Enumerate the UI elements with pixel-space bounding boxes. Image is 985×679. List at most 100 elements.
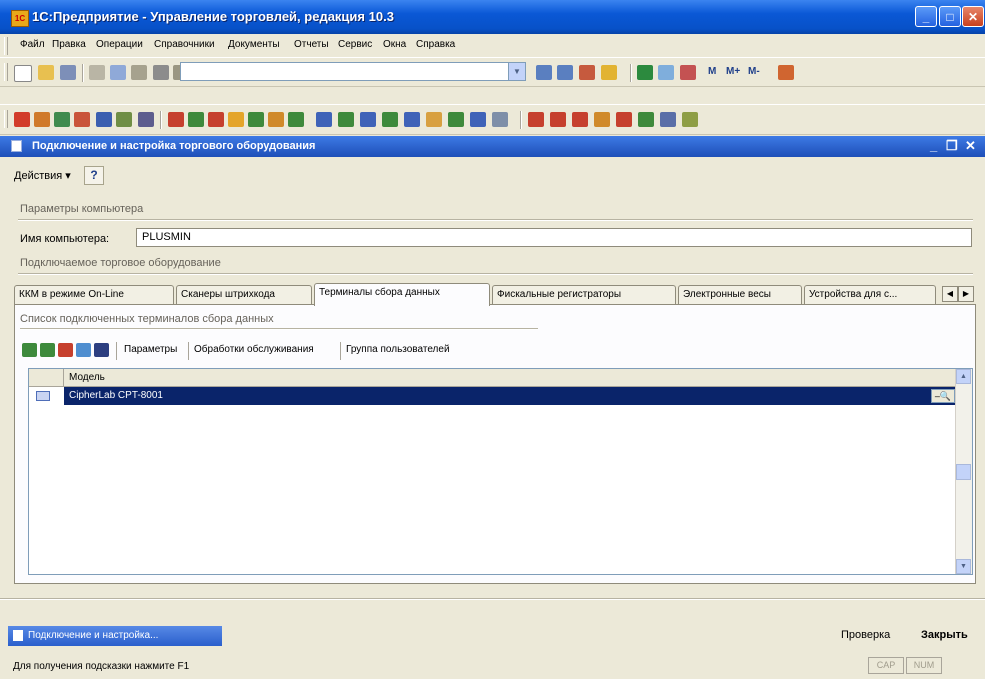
select-choice-button[interactable]: –🔍	[931, 389, 955, 403]
column-header-model[interactable]: Модель	[69, 372, 105, 383]
title-bar[interactable]: 1C 1С:Предприятие - Управление торговлей…	[0, 0, 985, 34]
tab-kkm-online[interactable]: ККМ в режиме On-Line	[14, 285, 174, 305]
copy-icon[interactable]	[110, 65, 126, 80]
model-cell[interactable]: CipherLab CPT-8001 –🔍	[64, 387, 957, 405]
trade-icon-9[interactable]	[188, 112, 204, 127]
trade-icon-16[interactable]	[338, 112, 354, 127]
menu-service[interactable]: Сервис	[338, 39, 372, 50]
computer-name-field[interactable]: PLUSMIN	[136, 228, 972, 247]
trade-icon-14[interactable]	[288, 112, 304, 127]
child-close-button[interactable]: ✕	[965, 138, 976, 154]
menu-catalogs[interactable]: Справочники	[154, 39, 215, 50]
trade-icon-13[interactable]	[268, 112, 284, 127]
delete-row-icon[interactable]	[58, 343, 73, 357]
close-button[interactable]: ✕	[962, 6, 984, 27]
menu-edit[interactable]: Правка	[52, 39, 86, 50]
menu-reports[interactable]: Отчеты	[294, 39, 329, 50]
close-form-button[interactable]: Закрыть	[921, 629, 968, 641]
menu-operations[interactable]: Операции	[96, 39, 143, 50]
trade-icon-29[interactable]	[638, 112, 654, 127]
menu-help[interactable]: Справка	[416, 39, 455, 50]
pin-icon[interactable]	[680, 65, 696, 80]
trade-icon-2[interactable]	[34, 112, 50, 127]
trade-icon-10[interactable]	[208, 112, 224, 127]
menu-documents[interactable]: Документы	[228, 39, 280, 50]
trade-icon-8[interactable]	[168, 112, 184, 127]
check-button[interactable]: Проверка	[841, 629, 890, 641]
trade-icon-30[interactable]	[660, 112, 676, 127]
scroll-thumb[interactable]	[956, 464, 971, 480]
assistant-icon[interactable]	[601, 65, 617, 80]
save-row-icon[interactable]	[94, 343, 109, 357]
tab-data-terminals[interactable]: Терминалы сбора данных	[314, 283, 490, 306]
tab-electronic-scales[interactable]: Электронные весы	[678, 285, 802, 305]
add-row-icon[interactable]	[22, 343, 37, 357]
memory-m-button[interactable]: M	[708, 66, 716, 77]
help-button[interactable]: ?	[84, 166, 104, 185]
trade-icon-4[interactable]	[74, 112, 90, 127]
document-journal-icon[interactable]	[579, 65, 595, 80]
trade-icon-18[interactable]	[382, 112, 398, 127]
chevron-down-icon[interactable]: ▼	[508, 63, 525, 80]
menu-file[interactable]: Файл	[20, 39, 45, 50]
user-group-button[interactable]: Группа пользователей	[346, 344, 450, 355]
find-prev-icon[interactable]	[557, 65, 573, 80]
tab-fiscal-registers[interactable]: Фискальные регистраторы	[492, 285, 676, 305]
model-value: CipherLab CPT-8001	[69, 390, 163, 401]
menu-windows[interactable]: Окна	[383, 39, 406, 50]
trade-icon-27[interactable]	[594, 112, 610, 127]
taskbar-item[interactable]: Подключение и настройка...	[8, 626, 222, 646]
tab-barcode-scanners[interactable]: Сканеры штрихкода	[176, 285, 312, 305]
trade-icon-6[interactable]	[116, 112, 132, 127]
copy-row-icon[interactable]	[40, 343, 55, 357]
trade-icon-11[interactable]	[228, 112, 244, 127]
trade-icon-23[interactable]	[492, 112, 508, 127]
child-window-title-bar[interactable]: Подключение и настройка торгового оборуд…	[0, 136, 985, 157]
actions-menu-button[interactable]: Действия ▾	[14, 169, 71, 182]
trade-icon-12[interactable]	[248, 112, 264, 127]
trade-icon-17[interactable]	[360, 112, 376, 127]
trade-icon-24[interactable]	[528, 112, 544, 127]
tab-scroll-right-icon[interactable]: ▶	[958, 286, 974, 302]
open-folder-icon[interactable]	[38, 65, 54, 80]
maintenance-button[interactable]: Обработки обслуживания	[194, 344, 314, 355]
trade-icon-28[interactable]	[616, 112, 632, 127]
maximize-button[interactable]: □	[939, 6, 961, 27]
search-combo[interactable]: ▼	[180, 62, 526, 81]
scroll-down-icon[interactable]: ▼	[956, 559, 971, 574]
scroll-up-icon[interactable]: ▲	[956, 369, 971, 384]
trade-icon-3[interactable]	[54, 112, 70, 127]
trade-icon-7[interactable]	[138, 112, 154, 127]
trade-icon-5[interactable]	[96, 112, 112, 127]
calendar-icon[interactable]	[658, 65, 674, 80]
trade-icon-25[interactable]	[550, 112, 566, 127]
parameters-button[interactable]: Параметры	[124, 344, 177, 355]
trade-icon-22[interactable]	[470, 112, 486, 127]
new-document-icon[interactable]	[14, 65, 32, 82]
tab-devices-more[interactable]: Устройства для с...	[804, 285, 936, 305]
tab-scroll-left-icon[interactable]: ◀	[942, 286, 958, 302]
1c-app-icon[interactable]: 1C	[11, 10, 29, 27]
table-row[interactable]: CipherLab CPT-8001 –🔍	[29, 387, 957, 405]
trade-icon-15[interactable]	[316, 112, 332, 127]
find-next-icon[interactable]	[536, 65, 552, 80]
trade-icon-21[interactable]	[448, 112, 464, 127]
memory-minus-button[interactable]: M-	[748, 66, 760, 77]
table-scrollbar[interactable]: ▲ ▼	[955, 369, 972, 574]
tools-icon[interactable]	[778, 65, 794, 80]
cut-icon[interactable]	[89, 65, 105, 80]
trade-icon-20[interactable]	[426, 112, 442, 127]
memory-plus-button[interactable]: M+	[726, 66, 740, 77]
minimize-button[interactable]: _	[915, 6, 937, 27]
paste-icon[interactable]	[131, 65, 147, 80]
print-icon[interactable]	[153, 65, 169, 80]
child-restore-button[interactable]: ❐	[946, 138, 958, 154]
child-minimize-button[interactable]: _	[930, 138, 937, 153]
calculator-table-icon[interactable]	[637, 65, 653, 80]
trade-icon-19[interactable]	[404, 112, 420, 127]
trade-icon-26[interactable]	[572, 112, 588, 127]
save-icon[interactable]	[60, 65, 76, 80]
move-row-icon[interactable]	[76, 343, 91, 357]
trade-icon-31[interactable]	[682, 112, 698, 127]
trade-icon-1[interactable]	[14, 112, 30, 127]
